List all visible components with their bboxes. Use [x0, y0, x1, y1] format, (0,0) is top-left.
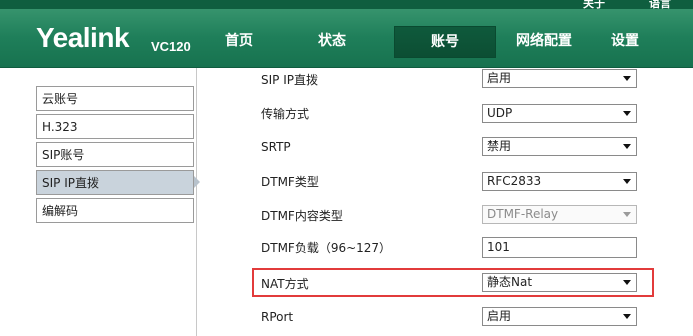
select-value: 启用 — [487, 309, 512, 323]
select-value: UDP — [487, 106, 513, 120]
brand-logo: Yealink — [36, 22, 130, 53]
label-nat-mode: NAT方式 — [261, 277, 309, 291]
dropdown-arrow-icon — [623, 111, 631, 116]
select-value: 静态Nat — [487, 275, 533, 289]
dropdown-arrow-icon — [623, 144, 631, 149]
nav-account[interactable]: 账号 — [394, 26, 496, 58]
dropdown-arrow-icon — [623, 314, 631, 319]
select-dtmf-info-type: DTMF-Relay — [482, 205, 637, 224]
active-item-pointer-icon — [194, 176, 200, 188]
device-model: VC120 — [151, 39, 191, 54]
select-dtmf-type[interactable]: RFC2833 — [482, 172, 637, 191]
sidebar-item-h323[interactable]: H.323 — [36, 114, 194, 139]
top-utility-bar: 关于 语言 — [0, 0, 693, 11]
sidebar-item-sip-ip-call[interactable]: SIP IP直拨 — [36, 170, 194, 195]
select-nat-mode[interactable]: 静态Nat — [482, 273, 637, 292]
top-header: 关于 语言 Yealink VC120 首页 状态 账号 网络配置 设置 — [0, 0, 693, 68]
label-dtmf-info-type: DTMF内容类型 — [261, 209, 343, 223]
nav-network-config[interactable]: 网络配置 — [494, 26, 594, 56]
label-rport: RPort — [261, 310, 294, 324]
dropdown-arrow-icon — [623, 280, 631, 285]
label-transport: 传输方式 — [261, 107, 310, 121]
nav-home[interactable]: 首页 — [204, 26, 274, 56]
label-dtmf-payload: DTMF负载（96~127） — [261, 241, 392, 255]
select-sip-ip-call[interactable]: 启用 — [482, 69, 637, 88]
select-value: 禁用 — [487, 139, 512, 153]
input-dtmf-payload[interactable]: 101 — [482, 237, 637, 258]
account-sidebar: 云账号 H.323 SIP账号 SIP IP直拨 编解码 — [0, 68, 197, 336]
select-srtp[interactable]: 禁用 — [482, 137, 637, 156]
select-value: RFC2833 — [487, 174, 542, 188]
sidebar-item-codec[interactable]: 编解码 — [36, 198, 194, 223]
dropdown-arrow-icon — [623, 212, 631, 217]
label-dtmf-type: DTMF类型 — [261, 175, 319, 189]
sidebar-item-sip-account[interactable]: SIP账号 — [36, 142, 194, 167]
about-link[interactable]: 关于 — [583, 0, 605, 11]
select-rport[interactable]: 启用 — [482, 307, 637, 326]
select-value: 启用 — [487, 71, 512, 85]
nav-settings[interactable]: 设置 — [594, 26, 656, 56]
nav-status[interactable]: 状态 — [297, 26, 367, 56]
select-value: DTMF-Relay — [487, 207, 559, 221]
dropdown-arrow-icon — [623, 76, 631, 81]
select-transport[interactable]: UDP — [482, 104, 637, 123]
sidebar-item-cloud-account[interactable]: 云账号 — [36, 86, 194, 111]
label-srtp: SRTP — [261, 140, 291, 154]
language-link[interactable]: 语言 — [649, 0, 671, 11]
label-sip-ip-call: SIP IP直拨 — [261, 73, 318, 87]
dropdown-arrow-icon — [623, 179, 631, 184]
